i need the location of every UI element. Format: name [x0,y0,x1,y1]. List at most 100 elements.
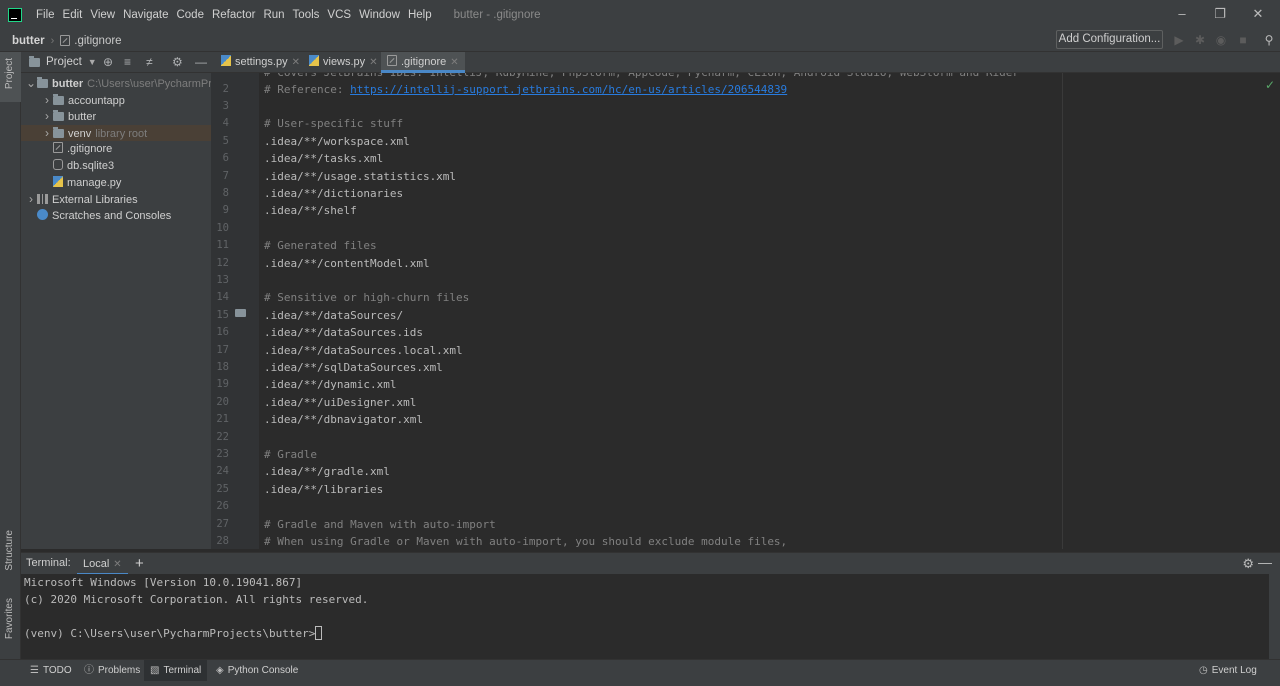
chevron-right-icon[interactable]: › [41,125,53,141]
editor-tab-bar: settings.py ✕ views.py ✕ .gitignore ✕ [211,52,1280,73]
menu-refactor[interactable]: Refactor [208,9,259,21]
menu-help[interactable]: Help [404,9,436,21]
code-text: # User-specific stuff [264,117,404,131]
coverage-icon[interactable]: ◉ [1214,33,1228,47]
problems-tool-button[interactable]: ⓘ Problems [78,660,146,682]
hide-panel-icon[interactable]: — [195,55,207,69]
breadcrumb-separator-icon: › [50,34,55,47]
expand-all-icon[interactable]: ≡ [124,55,131,69]
inspection-ok-icon[interactable]: ✓ [1265,78,1275,92]
tab-views-py[interactable]: views.py ✕ [303,52,384,73]
gear-icon[interactable]: ⚙ [1242,556,1254,572]
terminal-header: Terminal: Local ✕ + ⚙ — [21,552,1280,575]
terminal-tool-button[interactable]: ▧ Terminal [144,660,208,682]
close-tab-icon[interactable]: ✕ [292,57,300,68]
project-tool-tab[interactable]: Project [4,58,15,89]
project-view-selector[interactable]: Project [46,56,82,68]
code-line: .idea/**/dataSources.ids [264,324,423,341]
code-text: # Sensitive or high-churn files [264,291,470,305]
terminal-output[interactable]: Microsoft Windows [Version 10.0.19041.86… [21,574,1269,659]
line-number: 23 [216,447,229,460]
code-line: # Reference: https://intellij-support.je… [264,81,787,98]
folder-icon [53,110,64,122]
restore-icon[interactable]: ❐ [1212,6,1228,22]
line-number: 22 [216,430,229,443]
folder-icon [37,77,48,88]
python-file-icon [53,175,63,187]
search-everywhere-icon[interactable]: ⚲ [1262,33,1276,47]
tree-item[interactable]: › venv library root [21,124,211,141]
breadcrumb-file[interactable]: .gitignore [74,35,121,47]
python-icon: ◈ [216,665,224,676]
tree-item[interactable]: › External Libraries [21,191,211,207]
line-number: 11 [216,239,229,252]
close-tab-icon[interactable]: ✕ [450,57,458,68]
tree-item[interactable]: › accountapp [21,92,211,108]
todo-tool-button[interactable]: ☰ TODO [24,660,78,682]
tree-item[interactable]: manage.py [21,175,211,191]
collapse-all-icon[interactable]: ≠ [146,55,153,69]
add-configuration-button[interactable]: Add Configuration... [1056,30,1163,49]
hide-panel-icon[interactable]: — [1258,554,1272,570]
tree-item[interactable]: Scratches and Consoles [21,208,211,224]
python-console-tool-button[interactable]: ◈ Python Console [210,660,304,682]
menu-file[interactable]: File [32,9,59,21]
stop-icon[interactable]: ■ [1236,33,1250,47]
gear-icon[interactable]: ⚙ [172,55,183,69]
code-line: .idea/**/sqlDataSources.xml [264,359,443,376]
line-number: 8 [222,186,229,199]
python-file-icon [221,55,231,66]
event-log-tool-button[interactable]: ◷ Event Log [1193,660,1263,682]
close-icon[interactable]: ✕ [1250,6,1266,22]
run-icon[interactable]: ▶ [1172,33,1186,47]
debug-icon[interactable]: ✱ [1193,33,1207,47]
terminal-icon: ▧ [150,665,160,676]
tree-item[interactable]: ⌄ butter C:\Users\user\PycharmProjects\but… [21,75,272,91]
structure-tool-tab[interactable]: Structure [4,530,15,571]
chevron-down-icon[interactable]: ⌄ [25,75,37,91]
tab-settings-py[interactable]: settings.py ✕ [215,52,306,73]
terminal-tab-label: Local [83,558,110,570]
reference-link[interactable]: https://intellij-support.jetbrains.com/h… [350,83,787,96]
code-text: .idea/**/dynamic.xml [264,378,397,392]
breadcrumb-project[interactable]: butter [12,35,45,47]
code-line: # User-specific stuff [264,115,403,132]
chevron-right-icon[interactable]: › [41,92,53,108]
chevron-right-icon[interactable]: › [41,108,53,124]
terminal-tab-local[interactable]: Local ✕ [77,553,128,575]
tree-item[interactable]: db.sqlite3 [21,158,211,174]
menu-code[interactable]: Code [172,9,208,21]
terminal-line: Microsoft Windows [Version 10.0.19041.86… [24,576,303,589]
new-terminal-plus-icon[interactable]: + [135,555,144,572]
tree-item[interactable]: › butter [21,108,211,124]
line-number: 4 [222,117,229,130]
line-number: 20 [216,395,229,408]
scratches-icon [37,208,48,220]
menu-view[interactable]: View [86,9,119,21]
menu-window[interactable]: Window [355,9,404,21]
menu-navigate[interactable]: Navigate [119,9,172,21]
favorites-tool-tab[interactable]: Favorites [4,598,15,639]
bottom-tool-bar: ☰ TODO ⓘ Problems ▧ Terminal ◈ Python Consol… [0,659,1280,682]
folder-marker-icon [235,309,246,317]
code-line: .idea/**/contentModel.xml [264,255,430,272]
menu-vcs[interactable]: VCS [323,9,355,21]
minimize-icon[interactable]: – [1174,6,1190,22]
close-tab-icon[interactable]: ✕ [113,559,121,570]
info-icon: ⓘ [84,665,94,676]
code-editor[interactable]: # Covers JetBrains IDEs: IntelliJ, RubyM… [259,73,1280,549]
terminal-scrollbar[interactable] [1269,574,1280,659]
tab-gitignore[interactable]: .gitignore ✕ [381,52,465,73]
code-line: .idea/**/dataSources/ [264,307,403,324]
close-tab-icon[interactable]: ✕ [369,57,377,68]
tree-item-hint: library root [95,127,148,140]
tree-item[interactable]: .gitignore [21,141,211,157]
locate-icon[interactable]: ⊕ [103,55,113,69]
menu-tools[interactable]: Tools [289,9,324,21]
menu-edit[interactable]: Edit [59,9,87,21]
menu-run[interactable]: Run [259,9,288,21]
code-line: .idea/**/tasks.xml [264,150,383,167]
chevron-right-icon[interactable]: › [25,191,37,207]
chevron-down-icon[interactable]: ▼ [88,57,97,67]
terminal-prompt-line[interactable]: (venv) C:\Users\user\PycharmProjects\but… [24,625,323,642]
